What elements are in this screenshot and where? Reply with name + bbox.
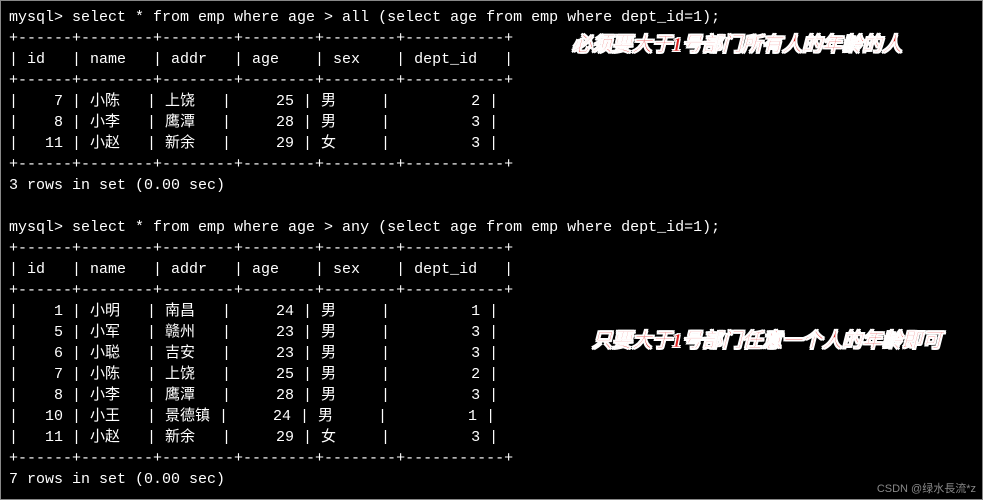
result-footer-1: 3 rows in set (0.00 sec) [9, 175, 974, 196]
table-row: | 7 | 小陈 | 上饶 | 25 | 男 | 2 | [9, 91, 974, 112]
table-row: +------+--------+--------+--------+-----… [9, 70, 974, 91]
table-row: | 11 | 小赵 | 新余 | 29 | 女 | 3 | [9, 133, 974, 154]
table-row: | id | name | addr | age | sex | dept_id… [9, 259, 974, 280]
blank-line [9, 196, 974, 217]
table-row: | 8 | 小李 | 鹰潭 | 28 | 男 | 3 | [9, 385, 974, 406]
table-row: +------+--------+--------+--------+-----… [9, 280, 974, 301]
result-footer-2: 7 rows in set (0.00 sec) [9, 469, 974, 490]
table-row: +------+--------+--------+--------+-----… [9, 154, 974, 175]
table-row: +------+--------+--------+--------+-----… [9, 448, 974, 469]
sql-prompt-line[interactable]: mysql> select * from emp where age > any… [9, 217, 974, 238]
table-row: | 7 | 小陈 | 上饶 | 25 | 男 | 2 | [9, 364, 974, 385]
watermark: CSDN @绿水長流*z [877, 482, 976, 497]
table-row: | 1 | 小明 | 南昌 | 24 | 男 | 1 | [9, 301, 974, 322]
table-row: | 10 | 小王 | 景德镇 | 24 | 男 | 1 | [9, 406, 974, 427]
sql-query-1: select * from emp where age > all (selec… [72, 9, 720, 26]
table-row: +------+--------+--------+--------+-----… [9, 238, 974, 259]
sql-query-2: select * from emp where age > any (selec… [72, 219, 720, 236]
sql-prompt-line[interactable]: mysql> select * from emp where age > all… [9, 7, 974, 28]
annotation-all: 必须要大于1号部门所有人的年龄的人 [572, 31, 902, 59]
table-row: | 11 | 小赵 | 新余 | 29 | 女 | 3 | [9, 427, 974, 448]
table-row: | 8 | 小李 | 鹰潭 | 28 | 男 | 3 | [9, 112, 974, 133]
mysql-prompt: mysql> [9, 9, 72, 26]
mysql-prompt: mysql> [9, 219, 72, 236]
annotation-any: 只要大于1号部门任意一个人的年龄即可 [592, 327, 942, 355]
